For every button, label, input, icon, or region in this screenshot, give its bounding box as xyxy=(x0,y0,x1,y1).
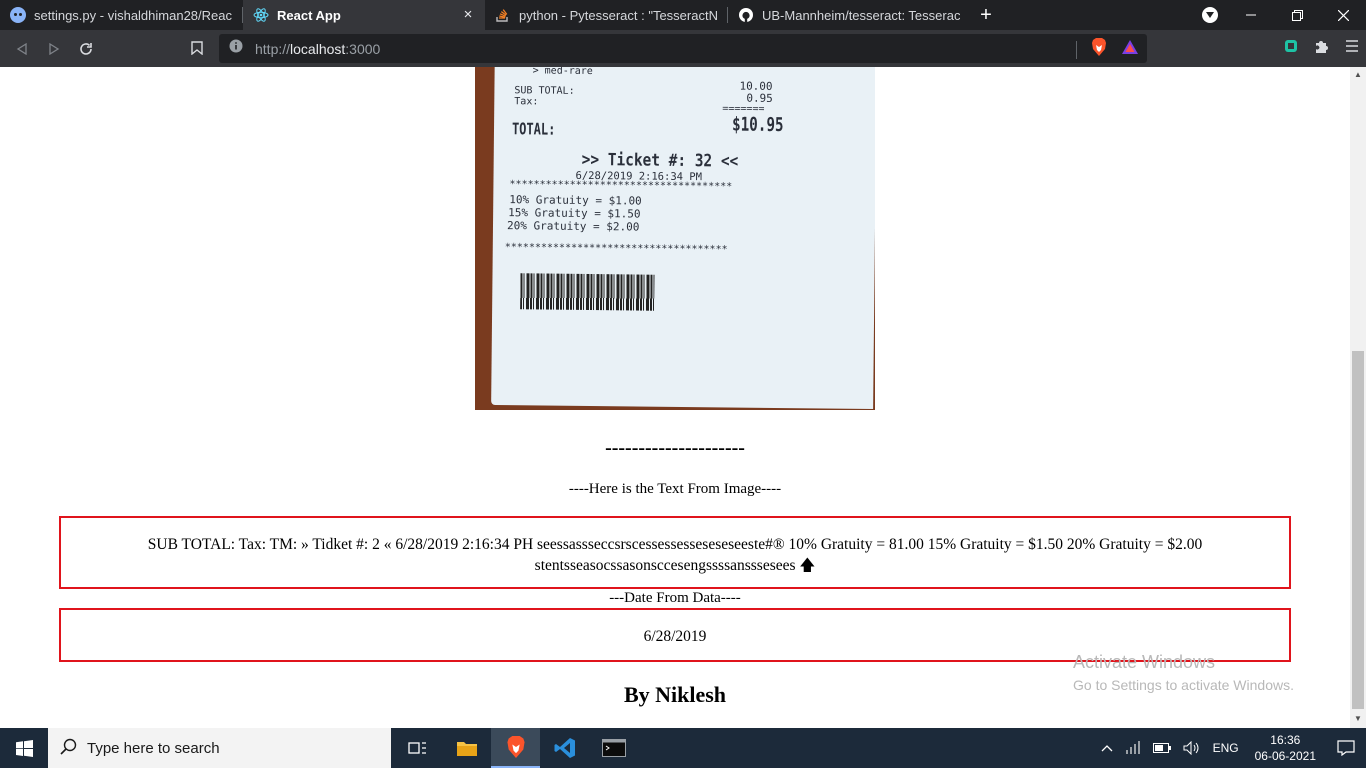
network-icon[interactable] xyxy=(1119,741,1147,755)
date-caption: ---Date From Data---- xyxy=(609,590,741,606)
search-icon xyxy=(60,738,77,759)
forward-icon[interactable] xyxy=(38,33,70,65)
site-info-icon[interactable] xyxy=(229,39,243,58)
windows-start-icon[interactable] xyxy=(0,728,48,768)
omnibox-divider xyxy=(1076,40,1077,59)
github-icon xyxy=(738,7,754,23)
tab-strip: settings.py - vishaldhiman28/React-an Re… xyxy=(0,0,1366,30)
brave-browser-icon[interactable] xyxy=(491,728,540,768)
terminal-icon[interactable] xyxy=(589,728,638,768)
scroll-down-icon[interactable]: ▼ xyxy=(1353,714,1363,724)
bookmark-icon[interactable] xyxy=(181,32,213,64)
activate-windows-title: Activate Windows xyxy=(1073,652,1216,672)
ocr-text: SUB TOTAL: Tax: TM: » Tidket #: 2 « 6/28… xyxy=(147,536,1203,574)
clock-date: 06-06-2021 xyxy=(1254,749,1316,763)
receipt-paper: > med-rare SUB TOTAL: 10.00 Tax: 0.95 ==… xyxy=(491,67,875,409)
github-octocat-icon xyxy=(10,7,26,23)
brave-rewards-icon[interactable] xyxy=(1121,39,1139,60)
browser-toolbar: http://localhost:3000 xyxy=(0,30,1366,67)
tab-search-icon[interactable] xyxy=(1202,7,1218,23)
clock-time: 16:36 xyxy=(1270,733,1301,747)
reload-icon[interactable] xyxy=(70,33,102,65)
page-viewport: > med-rare SUB TOTAL: 10.00 Tax: 0.95 ==… xyxy=(0,67,1350,728)
minimize-icon[interactable] xyxy=(1228,0,1274,30)
restore-icon[interactable] xyxy=(1274,0,1320,30)
brave-shields-icon[interactable] xyxy=(1091,38,1107,61)
url-text: http://localhost:3000 xyxy=(255,40,381,57)
barcode xyxy=(520,273,655,311)
tab-title: UB-Mannheim/tesseract: Tesseract Op xyxy=(762,7,960,23)
language-indicator[interactable]: ENG xyxy=(1207,741,1245,755)
tab-title: settings.py - vishaldhiman28/React-an xyxy=(34,7,232,23)
system-tray: ENG 16:36 06-06-2021 xyxy=(1095,728,1366,768)
menu-icon[interactable] xyxy=(1346,39,1358,58)
receipt-line: Tax: xyxy=(514,96,539,108)
file-explorer-icon[interactable] xyxy=(442,728,491,768)
close-window-icon[interactable] xyxy=(1320,0,1366,30)
receipt-line: TOTAL: xyxy=(511,119,556,139)
close-tab-icon[interactable]: × xyxy=(461,7,475,22)
separator-dashes: --------------------- xyxy=(605,437,745,459)
react-icon xyxy=(253,7,269,23)
tab-title: React App xyxy=(277,7,341,23)
scrollbar-thumb[interactable] xyxy=(1352,351,1364,709)
receipt-line: $10.95 xyxy=(731,113,784,137)
receipt-line: SUB TOTAL: xyxy=(514,85,575,97)
ocr-text-box: SUB TOTAL: Tax: TM: » Tidket #: 2 « 6/28… xyxy=(59,516,1291,589)
task-view-icon[interactable] xyxy=(393,728,442,768)
volume-icon[interactable] xyxy=(1177,741,1207,755)
receipt-line: 20% Gratuity = $2.00 xyxy=(506,219,640,234)
new-tab-button[interactable]: + xyxy=(970,0,1002,30)
receipt-image: > med-rare SUB TOTAL: 10.00 Tax: 0.95 ==… xyxy=(475,67,875,410)
tab-github-tesseract[interactable]: UB-Mannheim/tesseract: Tesseract Op xyxy=(728,0,970,30)
tab-stackoverflow[interactable]: python - Pytesseract : "TesseractNotFo xyxy=(485,0,727,30)
chevron-up-icon[interactable] xyxy=(1095,744,1119,752)
receipt-line: ************************************* xyxy=(509,179,733,193)
address-bar[interactable]: http://localhost:3000 xyxy=(219,34,1147,63)
puzzle-icon[interactable] xyxy=(1314,38,1330,59)
receipt-line: >> Ticket #: 32 << xyxy=(581,149,739,172)
tab-title: python - Pytesseract : "TesseractNotFo xyxy=(519,7,717,23)
clock[interactable]: 16:36 06-06-2021 xyxy=(1245,732,1326,764)
notification-icon[interactable] xyxy=(1326,728,1366,768)
tab-react-app[interactable]: React App × xyxy=(243,0,485,30)
extension-icon[interactable] xyxy=(1284,39,1298,58)
vertical-scrollbar[interactable]: ▲ ▼ xyxy=(1350,67,1366,728)
receipt-line: > med-rare xyxy=(526,67,593,78)
text-caption: ----Here is the Text From Image---- xyxy=(568,481,782,497)
windows-taskbar: Type here to search ENG 16:36 06-06-2021 xyxy=(0,728,1366,768)
back-icon[interactable] xyxy=(6,33,38,65)
battery-icon[interactable] xyxy=(1147,743,1177,753)
vscode-icon[interactable] xyxy=(540,728,589,768)
window-controls xyxy=(1228,0,1366,30)
date-value: 6/28/2019 xyxy=(643,628,707,645)
search-placeholder: Type here to search xyxy=(87,739,220,757)
scroll-up-icon[interactable]: ▲ xyxy=(1353,70,1363,80)
activate-windows-subtitle: Go to Settings to activate Windows. xyxy=(1073,677,1294,693)
stackoverflow-icon xyxy=(495,7,511,23)
tab-github-settings[interactable]: settings.py - vishaldhiman28/React-an xyxy=(0,0,242,30)
receipt-line: ************************************* xyxy=(504,242,728,256)
taskbar-search[interactable]: Type here to search xyxy=(48,728,391,768)
